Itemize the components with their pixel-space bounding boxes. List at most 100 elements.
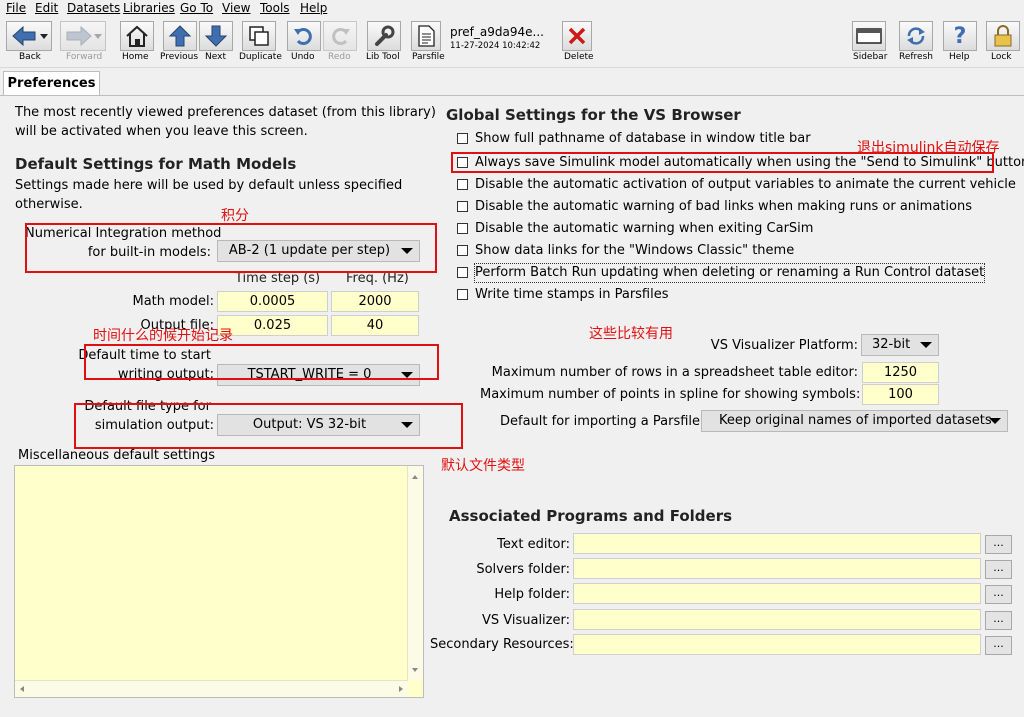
output-file-timestep-field[interactable]: 0.025 bbox=[217, 315, 328, 336]
math-model-timestep-field[interactable]: 0.0005 bbox=[217, 291, 328, 312]
help-folder-browse-button[interactable]: ... bbox=[985, 585, 1012, 604]
menu-edit[interactable]: Edit bbox=[35, 0, 58, 16]
redo-button[interactable] bbox=[323, 21, 357, 51]
forward-button[interactable] bbox=[60, 21, 106, 51]
import-parsfile-dropdown[interactable]: Keep original names of imported datasets bbox=[701, 410, 1008, 432]
wrench-icon bbox=[375, 25, 395, 46]
horizontal-scrollbar[interactable] bbox=[15, 680, 408, 697]
checkbox-batch-run-updating[interactable] bbox=[457, 267, 468, 278]
menu-view[interactable]: View bbox=[222, 0, 250, 16]
previous-button[interactable] bbox=[163, 21, 197, 51]
solvers-folder-field[interactable] bbox=[573, 558, 981, 579]
annotation-note-integration: 积分 bbox=[221, 208, 249, 224]
checkbox-label-2: Disable the automatic activation of outp… bbox=[475, 177, 1016, 192]
secondary-resources-browse-button[interactable]: ... bbox=[985, 636, 1012, 655]
sidebar-button[interactable] bbox=[852, 21, 886, 51]
platform-dropdown[interactable]: 32-bit bbox=[861, 334, 939, 356]
checkbox-label-5: Show data links for the "Windows Classic… bbox=[475, 243, 795, 258]
vs-visualizer-label: VS Visualizer: bbox=[481, 613, 570, 628]
vs-visualizer-field[interactable] bbox=[573, 609, 981, 630]
checkbox-disable-bad-links-warning[interactable] bbox=[457, 201, 468, 212]
question-mark-icon: ? bbox=[953, 23, 967, 49]
sidebar-label: Sidebar bbox=[853, 52, 888, 62]
scroll-down-icon bbox=[412, 668, 418, 672]
redo-label: Redo bbox=[328, 52, 351, 62]
max-rows-label: Maximum number of rows in a spreadsheet … bbox=[491, 365, 858, 380]
text-editor-browse-button[interactable]: ... bbox=[985, 535, 1012, 554]
menu-help[interactable]: Help bbox=[300, 0, 327, 16]
next-button[interactable] bbox=[199, 21, 233, 51]
math-model-freq-field[interactable]: 2000 bbox=[331, 291, 419, 312]
annotation-box-integration bbox=[25, 223, 437, 273]
text-editor-field[interactable] bbox=[573, 533, 981, 554]
delete-button[interactable] bbox=[562, 21, 592, 51]
red-x-icon bbox=[568, 27, 586, 45]
undo-button[interactable] bbox=[287, 21, 321, 51]
tab-preferences[interactable]: Preferences bbox=[3, 71, 100, 95]
math-desc-line2: otherwise. bbox=[15, 197, 83, 212]
back-label: Back bbox=[19, 52, 41, 62]
max-points-field[interactable]: 100 bbox=[862, 384, 939, 405]
dataset-name: pref_a9da94e... bbox=[450, 25, 544, 39]
next-label: Next bbox=[205, 52, 226, 62]
solvers-folder-browse-button[interactable]: ... bbox=[985, 560, 1012, 579]
intro-text-line2: will be activated when you leave this sc… bbox=[15, 124, 308, 139]
max-rows-field[interactable]: 1250 bbox=[862, 362, 939, 383]
checkbox-show-full-pathname[interactable] bbox=[457, 133, 468, 144]
refresh-icon bbox=[907, 27, 925, 45]
platform-label: VS Visualizer Platform: bbox=[710, 338, 858, 353]
lock-icon bbox=[994, 25, 1012, 47]
checkbox-show-data-links[interactable] bbox=[457, 245, 468, 256]
lib-tool-button[interactable] bbox=[367, 21, 401, 51]
menu-datasets[interactable]: Datasets bbox=[67, 0, 120, 16]
checkbox-label-7: Write time stamps in Parsfiles bbox=[475, 287, 669, 302]
chevron-down-icon bbox=[989, 418, 1001, 424]
delete-label: Delete bbox=[564, 52, 594, 62]
toolbar: Back Forward Home Previous Next Duplicat… bbox=[0, 17, 1024, 68]
chevron-down-icon bbox=[920, 342, 932, 348]
text-editor-label: Text editor: bbox=[497, 537, 570, 552]
back-button[interactable] bbox=[6, 21, 52, 51]
scroll-up-icon bbox=[412, 475, 418, 479]
import-parsfile-label: Default for importing a Parsfile: bbox=[500, 414, 705, 429]
checkbox-write-time-stamps[interactable] bbox=[457, 289, 468, 300]
annotation-note-simulink: 退出simulink自动保存 bbox=[857, 140, 1000, 156]
down-arrow-icon bbox=[204, 25, 228, 47]
lock-label: Lock bbox=[991, 52, 1012, 62]
help-folder-field[interactable] bbox=[573, 583, 981, 604]
solvers-folder-label: Solvers folder: bbox=[476, 562, 570, 577]
vertical-scrollbar[interactable] bbox=[407, 466, 423, 680]
dataset-timestamp: 11-27-2024 10:42:42 bbox=[450, 41, 541, 51]
output-file-freq-field[interactable]: 40 bbox=[331, 315, 419, 336]
math-desc-line1: Settings made here will be used by defau… bbox=[15, 178, 403, 193]
home-icon bbox=[126, 25, 148, 47]
parsfile-button[interactable] bbox=[411, 21, 441, 51]
secondary-resources-field[interactable] bbox=[573, 634, 981, 655]
back-arrow-icon bbox=[12, 25, 48, 47]
scroll-left-icon bbox=[20, 686, 24, 692]
annotation-note-file-type: 默认文件类型 bbox=[441, 458, 525, 474]
menu-libraries[interactable]: Libraries bbox=[123, 0, 175, 16]
checkbox-disable-activation[interactable] bbox=[457, 179, 468, 190]
previous-label: Previous bbox=[160, 52, 199, 62]
up-arrow-icon bbox=[168, 25, 192, 47]
menu-file[interactable]: File bbox=[6, 0, 26, 16]
help-button[interactable]: ? bbox=[943, 21, 977, 51]
misc-settings-textarea[interactable] bbox=[14, 465, 424, 698]
associated-programs-header: Associated Programs and Folders bbox=[449, 507, 733, 525]
home-button[interactable] bbox=[120, 21, 154, 51]
forward-label: Forward bbox=[66, 52, 103, 62]
secondary-resources-label: Secondary Resources: bbox=[430, 637, 574, 652]
lib-tool-label: Lib Tool bbox=[366, 52, 400, 62]
checkbox-disable-exit-warning[interactable] bbox=[457, 223, 468, 234]
menu-tools[interactable]: Tools bbox=[260, 0, 290, 16]
platform-value: 32-bit bbox=[872, 337, 911, 352]
refresh-button[interactable] bbox=[899, 21, 933, 51]
max-points-label: Maximum number of points in spline for s… bbox=[480, 387, 861, 402]
vs-visualizer-browse-button[interactable]: ... bbox=[985, 611, 1012, 630]
checkbox-label-6: Perform Batch Run updating when deleting… bbox=[473, 263, 986, 283]
forward-arrow-icon bbox=[66, 25, 102, 47]
lock-button[interactable] bbox=[986, 21, 1020, 51]
duplicate-button[interactable] bbox=[242, 21, 276, 51]
menu-goto[interactable]: Go To bbox=[180, 0, 213, 16]
